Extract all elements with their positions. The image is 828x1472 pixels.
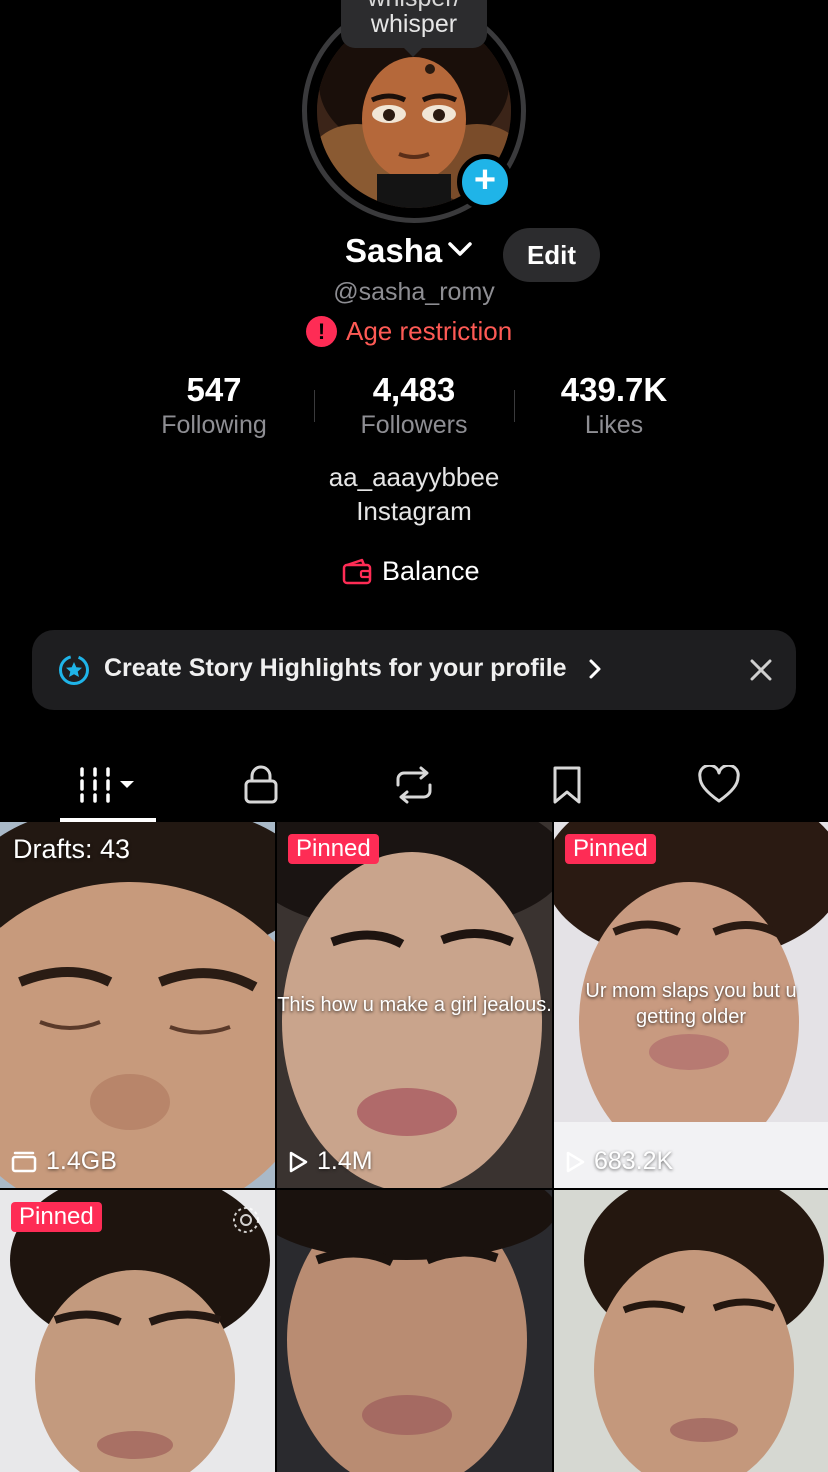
- stat-label: Followers: [360, 411, 468, 439]
- warning-icon: !: [306, 315, 337, 347]
- wallet-icon: [342, 558, 372, 584]
- profile-name[interactable]: Sasha: [345, 232, 442, 270]
- stat-value: 4,483: [372, 371, 456, 408]
- drafts-size: 1.4GB: [46, 1147, 117, 1175]
- chevron-down-icon[interactable]: [447, 240, 473, 260]
- stat-following[interactable]: 547 Following: [114, 370, 314, 440]
- lock-icon: [244, 765, 278, 804]
- age-restriction-label: Age restriction: [346, 315, 513, 346]
- bio-line-1: aa_aaayybbee: [328, 462, 500, 492]
- view-count: 683.2K: [594, 1147, 674, 1175]
- chevron-right-icon: [589, 659, 601, 679]
- profile-tabs: [0, 752, 828, 822]
- profile-stats: 547 Following 4,483 Followers 439.7K Lik…: [0, 370, 828, 442]
- balance-link[interactable]: Balance: [342, 556, 480, 587]
- add-story-button[interactable]: +: [457, 154, 513, 210]
- processing-icon: [233, 1207, 259, 1233]
- view-count: 1.4M: [317, 1147, 373, 1175]
- profile-handle: @sasha_romy: [333, 278, 495, 306]
- age-restriction-notice[interactable]: ! Age restriction: [306, 314, 512, 348]
- video-tile[interactable]: Pinned Ur mom slaps you but u getting ol…: [554, 822, 828, 1188]
- grid-icon: [80, 767, 134, 803]
- video-caption: This how u make a girl jealous.: [277, 994, 552, 1016]
- pinned-badge: Pinned: [288, 834, 379, 864]
- video-tile[interactable]: Pinned This how u make a girl jealous. 1…: [277, 822, 552, 1188]
- profile-bio: aa_aaayybbee Instagram: [0, 460, 828, 528]
- note-line-1: whisper/: [341, 0, 487, 11]
- pinned-badge: Pinned: [11, 1202, 102, 1232]
- tile-footer: 1.4M: [287, 1147, 373, 1176]
- drafts-tile[interactable]: Drafts: 43 1.4GB: [0, 822, 275, 1188]
- note-bubble[interactable]: whisper/ whisper: [341, 0, 487, 57]
- tab-saved[interactable]: [519, 752, 615, 818]
- stat-value: 547: [186, 371, 242, 408]
- story-highlights-banner[interactable]: Create Story Highlights for your profile: [32, 630, 796, 710]
- video-caption: Ur mom slaps you but u getting older: [585, 980, 797, 1028]
- close-icon[interactable]: [748, 657, 774, 683]
- tab-private[interactable]: [213, 752, 309, 818]
- tab-liked[interactable]: [671, 752, 767, 818]
- edit-profile-button[interactable]: Edit: [503, 228, 600, 282]
- heart-icon: [698, 765, 740, 803]
- drafts-count: Drafts: 43: [13, 834, 131, 864]
- highlight-star-icon: [59, 655, 89, 685]
- balance-label: Balance: [382, 556, 480, 586]
- stat-followers[interactable]: 4,483 Followers: [314, 370, 514, 440]
- tile-footer: 1.4GB: [10, 1147, 117, 1176]
- stat-label: Following: [161, 411, 267, 439]
- video-tile[interactable]: [554, 1190, 828, 1472]
- tab-videos[interactable]: [60, 752, 156, 818]
- bio-line-2[interactable]: Instagram: [0, 494, 828, 528]
- repost-icon: [396, 766, 432, 804]
- stat-likes[interactable]: 439.7K Likes: [514, 370, 714, 440]
- tile-footer: 683.2K: [564, 1147, 673, 1176]
- video-tile[interactable]: [277, 1190, 552, 1472]
- play-icon: [566, 1151, 585, 1172]
- banner-text: Create Story Highlights for your profile: [104, 654, 567, 682]
- play-icon: [289, 1151, 308, 1172]
- pinned-badge: Pinned: [565, 834, 656, 864]
- stat-label: Likes: [584, 411, 644, 439]
- video-grid: Drafts: 43 1.4GB Pinned This how u make …: [0, 822, 828, 1472]
- stat-value: 439.7K: [560, 371, 668, 408]
- note-line-2: whisper: [370, 10, 458, 38]
- drafts-icon: [11, 1151, 37, 1172]
- tab-reposts[interactable]: [366, 752, 462, 818]
- video-tile[interactable]: Pinned: [0, 1190, 275, 1472]
- bookmark-icon: [553, 766, 581, 804]
